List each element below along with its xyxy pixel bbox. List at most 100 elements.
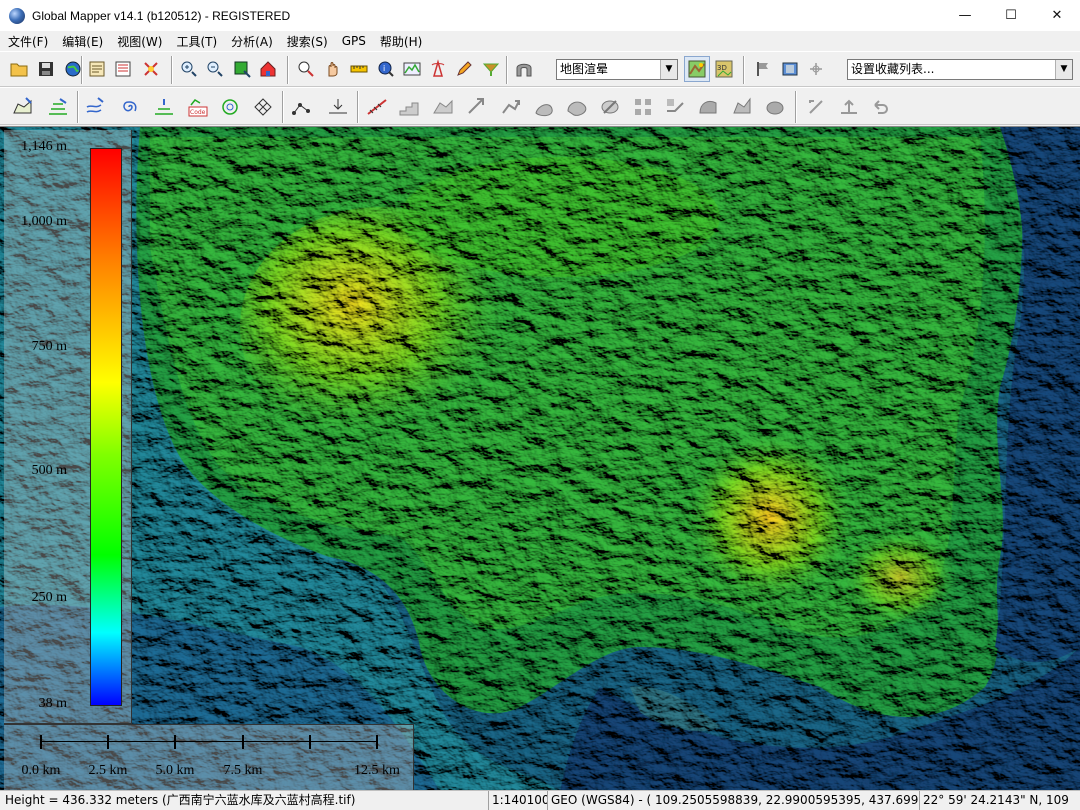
grid-button[interactable] (247, 91, 279, 123)
create-area-button[interactable] (7, 91, 39, 123)
zoom-in-button[interactable] (176, 56, 202, 82)
digitizer-toolbar: Code (0, 87, 1080, 125)
undo-button[interactable] (865, 91, 897, 123)
toolbar-separator (357, 91, 359, 123)
menu-gps[interactable]: GPS (334, 34, 372, 48)
open-folder-button[interactable] (6, 56, 32, 82)
cut-button[interactable] (528, 91, 560, 123)
hand-icon (328, 62, 338, 77)
union-button[interactable] (560, 91, 592, 123)
move-button[interactable] (495, 91, 527, 123)
flag-icon (757, 62, 768, 76)
split-button[interactable] (427, 91, 459, 123)
maximize-button[interactable]: ☐ (988, 0, 1034, 31)
scale-label-0: 0.0 km (21, 763, 61, 778)
terrain-shade-icon (688, 60, 706, 78)
scale-tick (242, 735, 244, 749)
toolbar-separator (506, 56, 508, 84)
arrow-up-left-button[interactable] (800, 91, 832, 123)
open-folder-icon (10, 63, 28, 77)
pan-tool-button[interactable] (320, 56, 346, 82)
svg-text:Code: Code (190, 109, 206, 116)
contour-button[interactable] (80, 91, 112, 123)
close-button[interactable]: ✕ (1034, 0, 1080, 31)
chevron-down-icon: ▼ (660, 60, 677, 79)
vertex-button[interactable] (286, 91, 318, 123)
coordinate-convert-button[interactable]: Code (182, 91, 214, 123)
rotate-button[interactable] (461, 91, 493, 123)
scale-tick (309, 735, 311, 749)
blob-icon (766, 101, 784, 115)
tower-icon (431, 59, 445, 77)
create-line-button[interactable] (42, 91, 74, 123)
arrow-up-icon (841, 99, 857, 114)
home-icon (260, 61, 276, 77)
zoom-out-button[interactable] (202, 56, 228, 82)
save-icon (39, 62, 53, 76)
ruler-icon (350, 65, 368, 73)
gps-tracking-button[interactable] (803, 56, 829, 82)
zoom-full-button[interactable] (229, 56, 255, 82)
legend-label-750: 750 m (31, 339, 67, 354)
menu-tools[interactable]: 工具(T) (168, 33, 223, 50)
buffer-button[interactable] (214, 91, 246, 123)
favorites-select[interactable]: 设置收藏列表... ▼ (847, 59, 1073, 80)
overview-map-button[interactable] (84, 56, 110, 82)
magnifier-icon (298, 61, 314, 77)
move-arrow-icon (502, 100, 520, 114)
photo-icon (782, 62, 798, 76)
funnel-icon (482, 63, 500, 76)
simplify-button[interactable] (692, 91, 724, 123)
digitizer-button[interactable] (451, 56, 477, 82)
edit-shape-icon (155, 99, 173, 115)
menu-analysis[interactable]: 分析(A) (223, 33, 279, 50)
crop-button[interactable] (594, 91, 626, 123)
blob-button[interactable] (759, 91, 791, 123)
scale-line (40, 741, 378, 742)
map-canvas[interactable]: 1,146 m 1,000 m 750 m 500 m 250 m 38 m 0… (0, 126, 1080, 790)
measure-tool-button[interactable] (346, 56, 372, 82)
filter-button[interactable] (478, 56, 504, 82)
edit-feature-button[interactable] (148, 91, 180, 123)
control-center-button[interactable] (110, 56, 136, 82)
menu-help[interactable]: 帮助(H) (372, 33, 428, 50)
hillshade-toggle-button[interactable] (684, 56, 710, 82)
menu-view[interactable]: 视图(W) (109, 33, 168, 50)
save-button[interactable] (33, 56, 59, 82)
legend-label-min: 38 m (38, 696, 67, 711)
svg-text:3D: 3D (717, 64, 727, 72)
flag-button[interactable] (750, 56, 776, 82)
shader-select[interactable]: 地图渲晕 ▼ (556, 59, 678, 80)
menu-edit[interactable]: 编辑(E) (54, 33, 109, 50)
legend-label-max: 1,146 m (21, 139, 67, 154)
union-shape-icon (567, 101, 587, 116)
config-button[interactable] (138, 56, 164, 82)
3d-view-button[interactable]: 3D (711, 56, 737, 82)
feature-info-button[interactable]: i (373, 56, 399, 82)
smooth-button[interactable] (726, 91, 758, 123)
menu-file[interactable]: 文件(F) (0, 33, 54, 50)
terrain-map (0, 127, 1080, 790)
swirl-button[interactable] (113, 91, 145, 123)
menu-search[interactable]: 搜索(S) (279, 33, 334, 50)
points-button[interactable] (627, 91, 659, 123)
pencil-icon (457, 61, 472, 76)
zoom-in-icon (181, 61, 197, 77)
join-icon (667, 99, 684, 112)
path-profile-button[interactable] (399, 56, 425, 82)
gps-satellite-icon (810, 63, 822, 75)
stairs-icon (399, 102, 419, 116)
image-button[interactable] (777, 56, 803, 82)
home-button[interactable] (255, 56, 281, 82)
join-button[interactable] (659, 91, 691, 123)
3d-view-button-gray[interactable] (511, 56, 537, 82)
view-shed-button[interactable] (425, 56, 451, 82)
arrow-up-button[interactable] (833, 91, 865, 123)
insert-vertex-button[interactable] (322, 91, 354, 123)
stairs-button[interactable] (393, 91, 425, 123)
favorites-select-value: 设置收藏列表... (851, 62, 935, 76)
measure-line-button[interactable] (361, 91, 393, 123)
minimize-button[interactable]: — (942, 0, 988, 31)
measure-line-icon (367, 99, 387, 115)
zoom-tool-button[interactable] (293, 56, 319, 82)
